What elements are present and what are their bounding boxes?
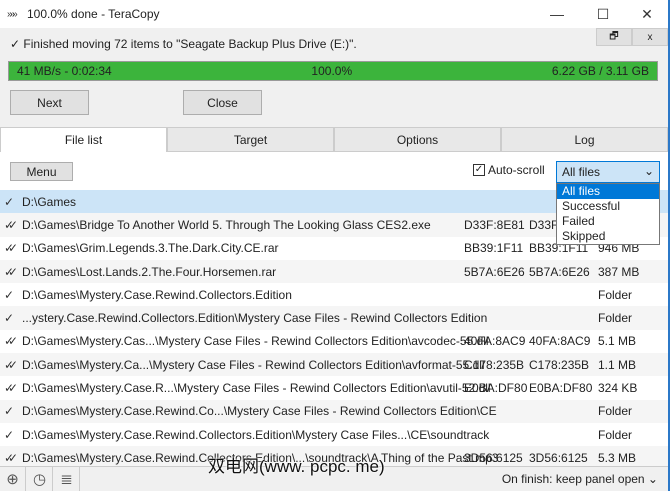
- check-icon: ✓: [4, 404, 15, 419]
- file-path: D:\Games\Bridge To Another World 5. Thro…: [22, 217, 431, 232]
- progress-size: 6.22 GB / 3.11 GB: [551, 64, 649, 78]
- restore-panel-button[interactable]: 🗗: [596, 28, 632, 46]
- target-hash: E0BA:DF80: [529, 381, 593, 396]
- file-path: ...ystery.Case.Rewind.Collectors.Edition…: [22, 311, 488, 326]
- file-size: 5.1 MB: [598, 334, 637, 349]
- tab-bar: File list Target Options Log: [0, 127, 668, 152]
- tab-log[interactable]: Log: [501, 127, 668, 152]
- progress-bar: 41 MB/s - 0:02:34 100.0% 6.22 GB / 3.11 …: [8, 61, 658, 81]
- double-check-icon: ✓✓: [4, 264, 18, 279]
- file-path: D:\Games\Mystery.Case.Rewind.Collectors.…: [22, 427, 490, 442]
- file-size: Folder: [598, 311, 633, 326]
- double-check-icon: ✓✓: [4, 217, 18, 232]
- filter-option-all[interactable]: All files: [557, 184, 659, 199]
- tab-target[interactable]: Target: [167, 127, 334, 152]
- double-check-icon: ✓✓: [4, 334, 18, 349]
- file-path: D:\Games\Mystery.Ca...\Mystery Case File…: [22, 357, 485, 372]
- filter-select[interactable]: All files ⌄: [556, 161, 660, 183]
- double-check-icon: ✓✓: [4, 381, 18, 396]
- on-finish-dropdown[interactable]: On finish: keep panel open ⌄: [502, 472, 658, 486]
- double-check-icon: ✓✓: [4, 241, 18, 256]
- target-hash: 5B7A:6E26: [529, 264, 590, 279]
- filter-selected-value: All files: [562, 165, 601, 179]
- close-window-button[interactable]: ✕: [624, 0, 670, 28]
- file-size: 1.1 MB: [598, 357, 637, 372]
- file-path: D:\Games\Mystery.Case.Rewind.Collectors.…: [22, 287, 292, 302]
- file-row[interactable]: ✓✓ D:\Games\Mystery.Cas...\Mystery Case F…: [0, 330, 668, 353]
- file-path: D:\Games\Lost.Lands.2.The.Four.Horsemen.…: [22, 264, 277, 279]
- filter-option-failed[interactable]: Failed: [557, 214, 659, 229]
- file-row[interactable]: ✓✓ D:\Games\Mystery.Case.R...\Mystery Cas…: [0, 376, 668, 399]
- file-size: Folder: [598, 287, 633, 302]
- file-size: 5.3 MB: [598, 450, 637, 465]
- target-hash: 40FA:8AC9: [529, 334, 591, 349]
- status-message: ✓ Finished moving 72 items to "Seagate B…: [10, 37, 357, 51]
- title-bar: »»» 100.0% done - TeraCopy — ☐ ✕: [0, 0, 668, 28]
- add-icon[interactable]: ⊕: [0, 467, 26, 491]
- file-size: 324 KB: [598, 381, 638, 396]
- file-row[interactable]: ✓ D:\Games\Mystery.Case.Rewind.Collectors…: [0, 423, 668, 446]
- source-hash: D33F:8E81: [464, 217, 525, 232]
- check-icon: ✓: [10, 37, 21, 51]
- list-menu-icon[interactable]: ≣: [54, 467, 80, 491]
- history-icon[interactable]: ◷: [27, 467, 53, 491]
- double-check-icon: ✓✓: [4, 450, 18, 465]
- file-size: Folder: [598, 427, 633, 442]
- check-icon: ✓: [4, 311, 15, 326]
- file-path: D:\Games\Mystery.Case.R...\Mystery Case …: [22, 381, 491, 396]
- next-button[interactable]: Next: [10, 90, 89, 115]
- double-check-icon: ✓✓: [4, 357, 18, 372]
- source-hash: 5B7A:6E26: [464, 264, 525, 279]
- menu-button[interactable]: Menu: [10, 162, 73, 181]
- progress-percent: 100.0%: [311, 64, 353, 78]
- target-hash: C178:235B: [529, 357, 590, 372]
- target-hash: 3D56:6125: [529, 450, 588, 465]
- file-row[interactable]: ✓✓ D:\Games\Lost.Lands.2.The.Four.Horseme…: [0, 259, 668, 284]
- file-row[interactable]: ✓ D:\Games\Mystery.Case.Rewind.Collectors…: [0, 283, 668, 306]
- filter-dropdown: All files Successful Failed Skipped: [556, 183, 660, 245]
- file-path: D:\Games\Grim.Legends.3.The.Dark.City.CE…: [22, 241, 279, 256]
- file-path: D:\Games\Mystery.Cas...\Mystery Case Fil…: [22, 334, 489, 349]
- chevron-down-icon: ⌄: [643, 164, 654, 178]
- tab-file-list[interactable]: File list: [0, 127, 167, 152]
- check-icon: ✓: [4, 194, 15, 209]
- filter-option-successful[interactable]: Successful: [557, 199, 659, 214]
- tab-options[interactable]: Options: [334, 127, 501, 152]
- close-button[interactable]: Close: [183, 90, 262, 115]
- check-icon: ✓: [4, 427, 15, 442]
- maximize-button[interactable]: ☐: [580, 0, 626, 28]
- speed-time: 41 MB/s - 0:02:34: [17, 64, 112, 78]
- check-icon: ✓: [4, 287, 15, 302]
- file-row[interactable]: ✓✓ D:\Games\Mystery.Ca...\Mystery Case Fi…: [0, 353, 668, 377]
- window-title: 100.0% done - TeraCopy: [27, 7, 160, 21]
- close-panel-button[interactable]: x: [632, 28, 668, 46]
- status-text: Finished moving 72 items to "Seagate Bac…: [23, 37, 357, 51]
- source-hash: BB39:1F11: [464, 241, 524, 256]
- autoscroll-checkbox[interactable]: ✓ Auto-scroll: [473, 163, 545, 177]
- file-size: 387 MB: [598, 264, 640, 279]
- file-path: D:\Games: [22, 194, 77, 209]
- file-path: D:\Games\Mystery.Case.Rewind.Co...\Myste…: [22, 404, 497, 419]
- file-row[interactable]: ✓ ...ystery.Case.Rewind.Collectors.Editio…: [0, 306, 668, 330]
- source-hash: E0BA:DF80: [464, 381, 528, 396]
- source-hash: 3D56:6125: [464, 450, 523, 465]
- filter-option-skipped[interactable]: Skipped: [557, 229, 659, 244]
- watermark: 双电网(www. pcpc. me): [208, 457, 385, 476]
- file-row[interactable]: ✓ D:\Games\Mystery.Case.Rewind.Co...\Myst…: [0, 399, 668, 423]
- source-hash: C178:235B: [464, 357, 525, 372]
- minimize-button[interactable]: —: [534, 0, 580, 28]
- source-hash: 40FA:8AC9: [464, 334, 526, 349]
- teracopy-logo-icon: »»»: [7, 8, 18, 20]
- autoscroll-label: Auto-scroll: [488, 163, 545, 177]
- checkbox-icon[interactable]: ✓: [473, 164, 485, 176]
- file-size: Folder: [598, 404, 633, 419]
